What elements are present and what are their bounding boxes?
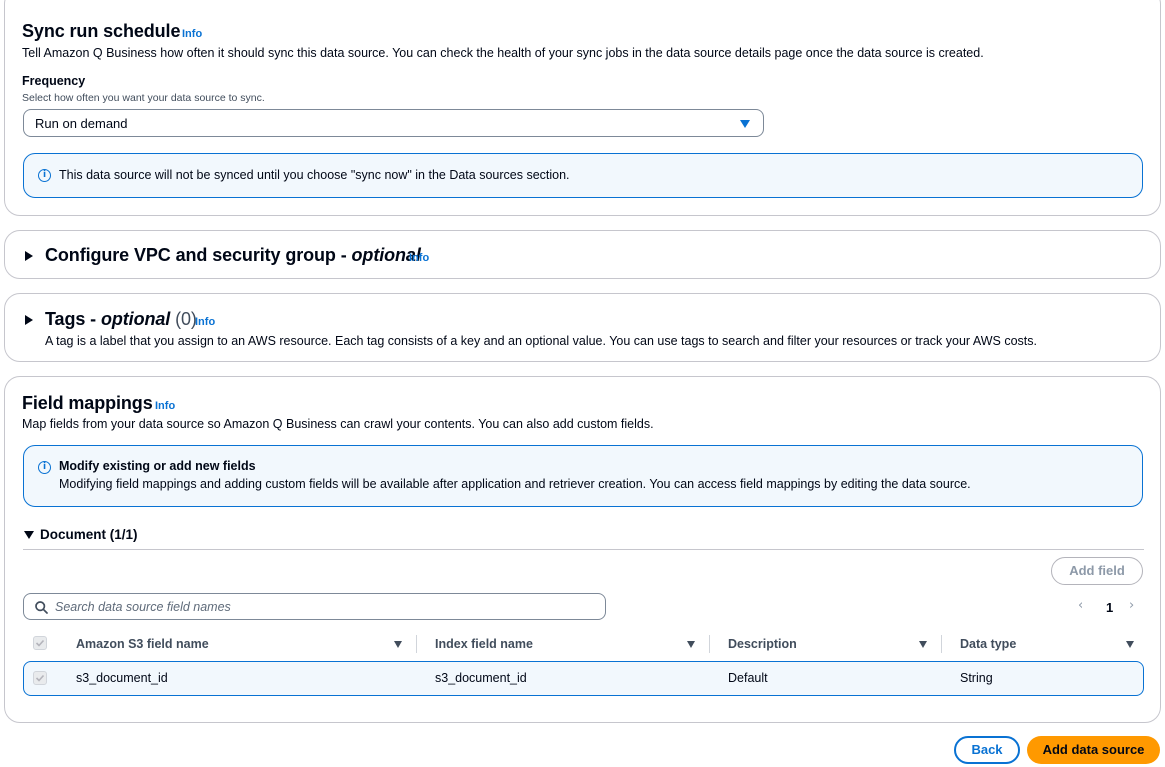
cell-s3-field: s3_document_id (76, 671, 168, 685)
chevron-right-icon[interactable]: › (1129, 598, 1134, 613)
tags-info-link[interactable]: Info (195, 316, 215, 328)
tags-optional: optional (100, 309, 171, 329)
frequency-label: Frequency (22, 74, 86, 88)
column-header-index-field[interactable]: Index field name (435, 637, 533, 651)
column-header-s3-field[interactable]: Amazon S3 field name (76, 637, 209, 651)
tags-description: A tag is a label that you assign to an A… (45, 334, 1037, 348)
page-number[interactable]: 1 (1106, 600, 1113, 615)
cell-index-field: s3_document_id (435, 671, 527, 685)
section-divider (23, 549, 1144, 550)
vpc-info-link[interactable]: Info (409, 252, 429, 264)
frequency-select[interactable]: Run on demand (23, 109, 764, 137)
row-checkbox[interactable] (33, 671, 47, 685)
field-mappings-alert: i Modify existing or add new fields Modi… (23, 445, 1143, 507)
field-mappings-alert-title: Modify existing or add new fields (59, 459, 256, 473)
search-placeholder: Search data source field names (55, 600, 231, 614)
cell-description: Default (728, 671, 768, 685)
document-section-header[interactable]: Document (1/1) (40, 527, 138, 542)
check-icon (35, 639, 45, 647)
expand-caret-right-icon[interactable] (25, 251, 33, 261)
sync-schedule-description: Tell Amazon Q Business how often it shou… (22, 46, 984, 60)
tags-title[interactable]: Tags - optional (0) (45, 309, 197, 330)
back-button[interactable]: Back (954, 736, 1020, 764)
select-all-checkbox[interactable] (33, 636, 47, 650)
search-icon (35, 601, 48, 614)
sync-schedule-info-link[interactable]: Info (182, 28, 202, 40)
vpc-panel: Configure VPC and security group - optio… (4, 230, 1161, 279)
field-mappings-panel: Field mappings Info Map fields from your… (4, 376, 1161, 723)
info-circle-icon: i (38, 461, 51, 474)
frequency-hint: Select how often you want your data sour… (22, 92, 265, 104)
frequency-select-value: Run on demand (35, 116, 128, 131)
tags-panel: Tags - optional (0) Info A tag is a labe… (4, 293, 1161, 362)
sync-schedule-panel: Sync run schedule Info Tell Amazon Q Bus… (4, 0, 1161, 216)
sort-caret-icon[interactable] (394, 641, 402, 648)
column-divider (709, 635, 710, 653)
caret-down-icon (740, 120, 750, 128)
sync-schedule-title: Sync run schedule (22, 21, 181, 41)
expand-caret-right-icon[interactable] (25, 315, 33, 325)
add-field-button[interactable]: Add field (1051, 557, 1143, 585)
add-data-source-button[interactable]: Add data source (1027, 736, 1160, 764)
column-divider (416, 635, 417, 653)
column-header-description[interactable]: Description (728, 637, 797, 651)
collapse-caret-down-icon[interactable] (24, 531, 34, 539)
tags-count: (0) (175, 309, 197, 329)
vpc-title[interactable]: Configure VPC and security group - optio… (45, 245, 421, 266)
field-mappings-info-link[interactable]: Info (155, 400, 175, 412)
sync-info-alert: i This data source will not be synced un… (23, 153, 1143, 198)
field-mappings-title: Field mappings (22, 393, 153, 413)
column-header-data-type[interactable]: Data type (960, 637, 1016, 651)
cell-data-type: String (960, 671, 993, 685)
field-mappings-alert-body: Modifying field mappings and adding cust… (59, 477, 971, 491)
tags-title-text: Tags - (45, 309, 97, 329)
vpc-title-text: Configure VPC and security group - (45, 245, 347, 265)
sort-caret-icon[interactable] (1126, 641, 1134, 648)
sync-info-alert-text: This data source will not be synced unti… (59, 168, 570, 182)
field-mappings-description: Map fields from your data source so Amaz… (22, 417, 654, 431)
check-icon (35, 674, 45, 682)
field-search-input[interactable]: Search data source field names (23, 593, 606, 620)
chevron-left-icon[interactable]: ‹ (1078, 598, 1083, 613)
column-divider (941, 635, 942, 653)
table-row[interactable]: s3_document_id s3_document_id Default St… (23, 661, 1144, 696)
sort-caret-icon[interactable] (687, 641, 695, 648)
sort-caret-icon[interactable] (919, 641, 927, 648)
info-circle-icon: i (38, 169, 51, 182)
